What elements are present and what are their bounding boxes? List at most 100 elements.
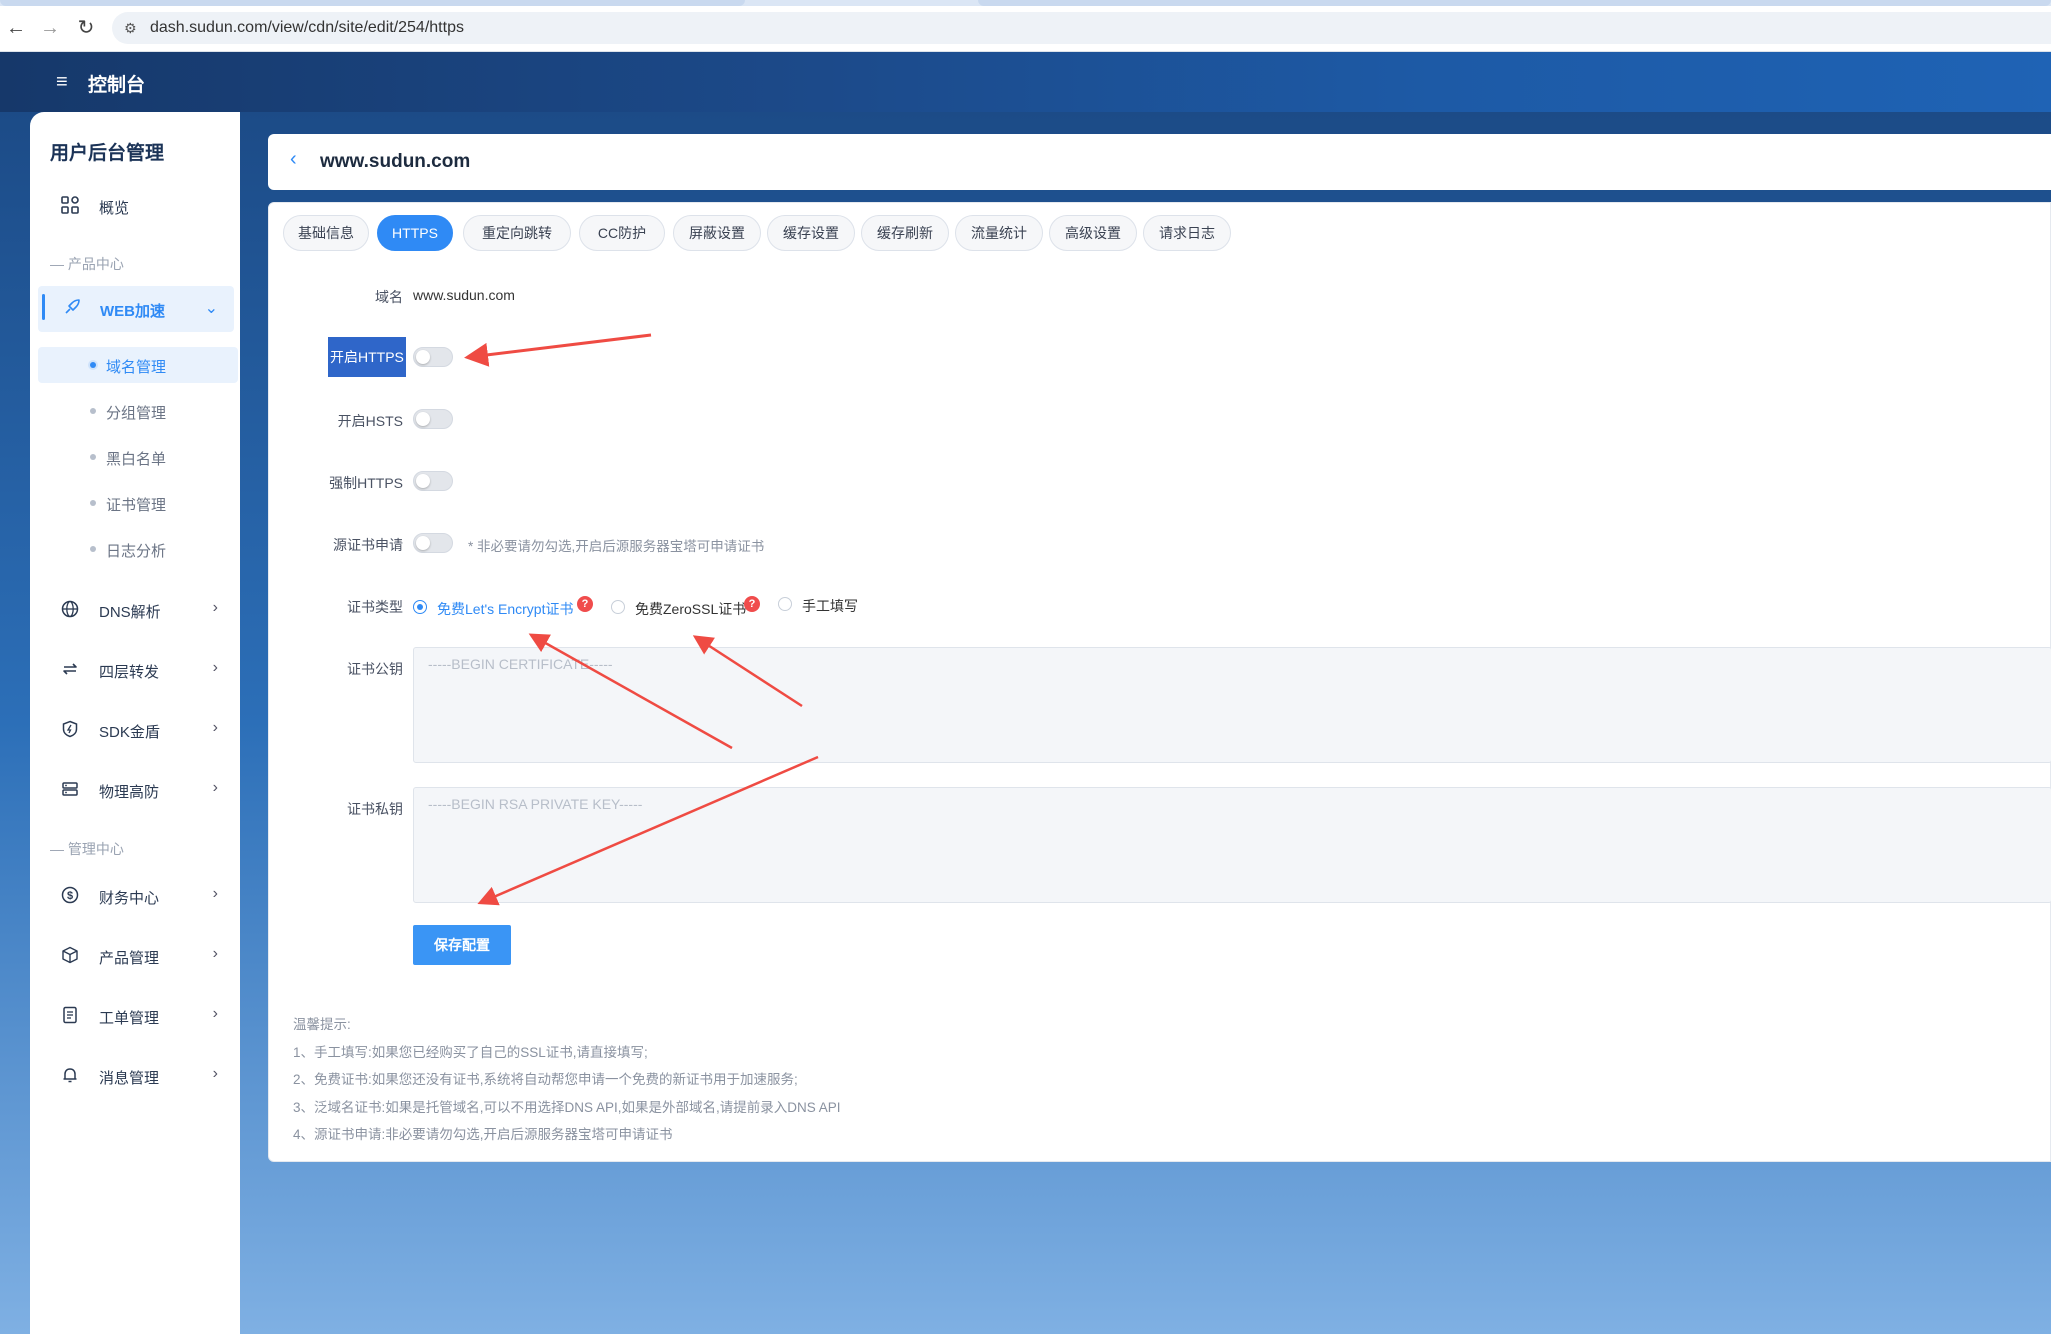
address-bar[interactable]: ⚙ dash.sudun.com/view/cdn/site/edit/254/… (112, 12, 2051, 44)
url-text[interactable]: dash.sudun.com/view/cdn/site/edit/254/ht… (150, 19, 464, 37)
pubkey-textarea[interactable]: -----BEGIN CERTIFICATE----- (413, 647, 2051, 763)
tip-line: 4、源证书申请:非必要请勿勾选,开启后源服务器宝塔可申请证书 (293, 1127, 673, 1142)
sidebar-subitem-label: 日志分析 (106, 543, 167, 560)
sidebar-subitem-domain[interactable]: 域名管理 (38, 347, 238, 383)
radio-letsencrypt-label[interactable]: 免费Let's Encrypt证书 (437, 599, 574, 619)
sidebar-item-web[interactable]: WEB加速 ⌄ (38, 286, 234, 332)
menu-icon[interactable]: ≡ (56, 72, 68, 92)
section-title-manage: — 管理中心 (50, 841, 124, 857)
radio-manual-label[interactable]: 手工填写 (802, 596, 858, 616)
sidebar-subitem-cert[interactable]: 证书管理 (38, 485, 238, 521)
sidebar-item-sdk[interactable]: SDK金盾 › (30, 710, 240, 750)
radio-manual[interactable] (778, 597, 792, 611)
sidebar-subitem-label: 证书管理 (106, 497, 167, 514)
tab-block-settings[interactable]: 屏蔽设置 (673, 215, 761, 251)
tab-redirect[interactable]: 重定向跳转 (463, 215, 571, 251)
browser-tab[interactable] (0, 0, 745, 6)
radio-zerossl[interactable] (611, 600, 625, 614)
chevron-right-icon: › (212, 885, 218, 902)
site-info-icon[interactable]: ⚙ (124, 19, 142, 37)
sidebar-subitem-label: 黑白名单 (106, 451, 167, 468)
sidebar-item-physical[interactable]: 物理高防 › (30, 770, 240, 810)
domain-value: www.sudun.com (413, 287, 515, 303)
sidebar-item-label: 物理高防 (99, 784, 160, 801)
sidebar-item-dns[interactable]: DNS解析 › (30, 590, 240, 630)
back-arrow-icon[interactable]: ← (4, 16, 28, 40)
tab-cache-refresh[interactable]: 缓存刷新 (861, 215, 949, 251)
radio-letsencrypt[interactable] (413, 600, 427, 614)
tip-line: 3、泛域名证书:如果是托管域名,可以不用选择DNS API,如果是外部域名,请提… (293, 1099, 841, 1115)
app-header: ≡ 控制台 (0, 52, 2051, 112)
tips-block: 温馨提示: 1、手工填写:如果您已经购买了自己的SSL证书,请直接填写; 2、免… (293, 1011, 841, 1149)
sidebar-subitem-blacklist[interactable]: 黑白名单 (38, 439, 238, 475)
grid-icon (60, 196, 80, 216)
rocket-icon (62, 298, 82, 318)
chevron-right-icon: › (212, 659, 218, 676)
chevron-right-icon: › (212, 599, 218, 616)
help-icon[interactable]: ? (577, 596, 593, 612)
section-title-product: — 产品中心 (50, 256, 124, 272)
sidebar-subitem-log[interactable]: 日志分析 (38, 531, 238, 567)
tab-cc-protection[interactable]: CC防护 (579, 215, 665, 251)
sidebar-item-label: 四层转发 (99, 664, 160, 681)
document-icon (60, 1006, 80, 1026)
sidebar-item-finance[interactable]: $ 财务中心 › (30, 876, 240, 916)
browser-toolbar: ← → ↻ ⚙ dash.sudun.com/view/cdn/site/edi… (0, 0, 2051, 52)
server-icon (60, 780, 80, 800)
swap-icon (60, 660, 80, 680)
origin-cert-label: 源证书申请 (333, 537, 403, 553)
shield-icon (60, 720, 80, 740)
tab-request-log[interactable]: 请求日志 (1143, 215, 1231, 251)
app-title[interactable]: 控制台 (88, 70, 145, 97)
page-title: www.sudun.com (320, 151, 471, 172)
chevron-right-icon: › (212, 1065, 218, 1082)
sidebar-item-label: WEB加速 (100, 303, 165, 320)
bullet-icon (90, 362, 96, 368)
browser-tab-strip (0, 0, 2051, 6)
sidebar-item-message[interactable]: 消息管理 › (30, 1056, 240, 1096)
privkey-label: 证书私钥 (347, 801, 403, 817)
bullet-icon (90, 546, 96, 552)
tip-line: 1、手工填写:如果您已经购买了自己的SSL证书,请直接填写; (293, 1044, 648, 1060)
sidebar-item-label: 产品管理 (99, 950, 160, 967)
forward-arrow-icon[interactable]: → (38, 16, 62, 40)
force-https-switch[interactable] (413, 471, 453, 491)
sidebar-item-ticket[interactable]: 工单管理 › (30, 996, 240, 1036)
sidebar-item-label: SDK金盾 (99, 724, 160, 741)
help-icon[interactable]: ? (744, 596, 760, 612)
save-config-button[interactable]: 保存配置 (413, 925, 511, 965)
sidebar-item-overview[interactable]: 概览 (30, 186, 240, 226)
reload-icon[interactable]: ↻ (74, 16, 98, 40)
svg-text:$: $ (67, 890, 73, 902)
tab-advanced[interactable]: 高级设置 (1049, 215, 1137, 251)
https-settings-panel: 基础信息 HTTPS 重定向跳转 CC防护 屏蔽设置 缓存设置 缓存刷新 流量统… (268, 202, 2051, 1162)
radio-zerossl-label[interactable]: 免费ZeroSSL证书 (635, 599, 746, 619)
tab-traffic-stats[interactable]: 流量统计 (955, 215, 1043, 251)
browser-tab[interactable] (978, 0, 2051, 6)
tab-basic-info[interactable]: 基础信息 (283, 215, 369, 251)
sidebar-subitem-label: 域名管理 (106, 359, 167, 376)
sidebar: 用户后台管理 概览 — 产品中心 WEB加速 ⌄ 域名管理 分组管理 黑白名单 … (30, 112, 240, 1334)
enable-hsts-switch[interactable] (413, 409, 453, 429)
tip-line: 2、免费证书:如果您还没有证书,系统将自动帮您申请一个免费的新证书用于加速服务; (293, 1072, 798, 1087)
chevron-down-icon: ⌄ (204, 300, 218, 317)
cert-type-label: 证书类型 (347, 599, 403, 615)
chevron-right-icon: › (212, 1005, 218, 1022)
sidebar-item-l4[interactable]: 四层转发 › (30, 650, 240, 690)
tab-cache-settings[interactable]: 缓存设置 (767, 215, 855, 251)
chevron-right-icon: › (212, 945, 218, 962)
sidebar-subitem-group[interactable]: 分组管理 (38, 393, 238, 429)
dollar-icon: $ (60, 886, 80, 906)
sidebar-subitem-label: 分组管理 (106, 405, 167, 422)
privkey-textarea[interactable]: -----BEGIN RSA PRIVATE KEY----- (413, 787, 2051, 903)
bell-icon (60, 1066, 80, 1086)
sidebar-heading: 用户后台管理 (50, 143, 165, 164)
box-icon (60, 946, 80, 966)
origin-cert-switch[interactable] (413, 533, 453, 553)
bullet-icon (90, 454, 96, 460)
force-https-label: 强制HTTPS (329, 475, 403, 491)
back-icon[interactable]: ‹ (290, 148, 297, 171)
tab-https[interactable]: HTTPS (377, 215, 453, 251)
enable-https-switch[interactable] (413, 347, 453, 367)
sidebar-item-product[interactable]: 产品管理 › (30, 936, 240, 976)
